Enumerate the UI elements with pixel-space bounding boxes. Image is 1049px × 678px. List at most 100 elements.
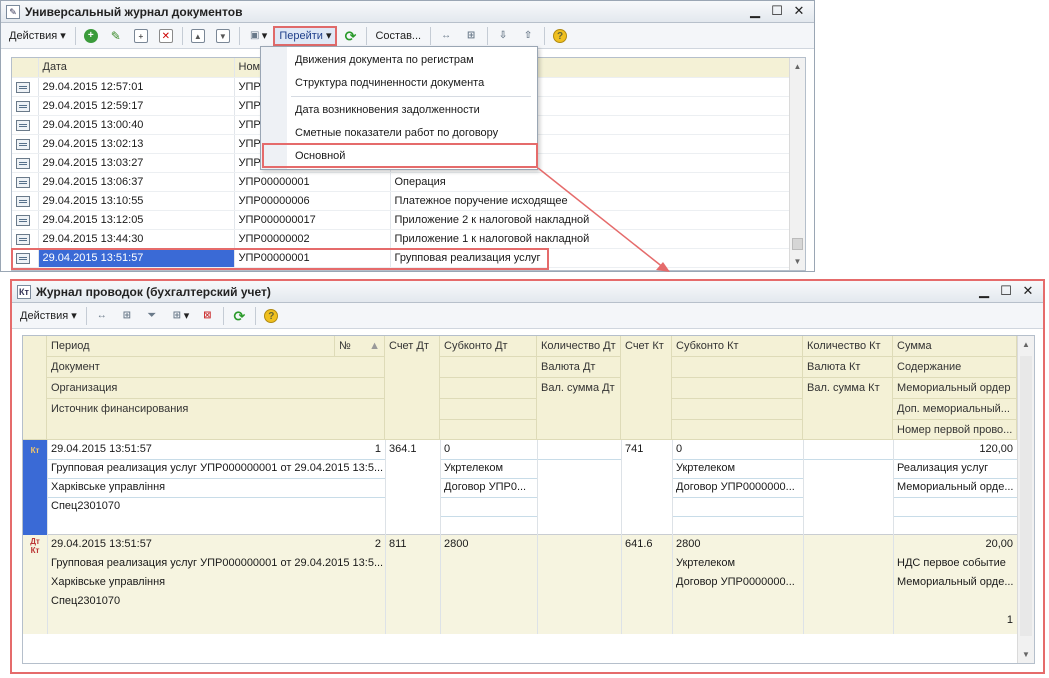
sort-icon: ▲ [369,340,380,352]
structure-button[interactable]: Состав... [370,26,426,46]
header-account-kt[interactable]: Счет Кт [621,336,672,440]
actions-menu-button[interactable]: Действия ▾ [4,26,71,46]
header-content[interactable]: Содержание [893,357,1017,378]
minimize-icon[interactable]: ▁ [744,3,766,20]
header-qty-dt[interactable]: Количество Дт [537,336,621,357]
edit-button[interactable]: ✎ [104,26,128,46]
header-organization[interactable]: Организация [47,378,385,399]
filter-settings-button[interactable]: ⊞ ▾ [165,306,195,326]
copy-button[interactable]: + [129,26,153,46]
menu-item-subordination[interactable]: Структура подчиненности документа [295,73,484,93]
unpost-doc-icon: ▼ [215,28,230,43]
filter-button[interactable]: ⊞ [115,306,139,326]
post-doc-icon: ▲ [190,28,205,43]
postings-journal-window: Кт Журнал проводок (бухгалтерский учет) … [10,279,1045,674]
refresh-button[interactable]: ⟳ [227,306,251,326]
document-row[interactable]: 29.04.2015 13:06:37 УПР00000001 Операция [12,172,790,192]
help-button[interactable]: ? [548,26,572,46]
postings-journal-titlebar[interactable]: Кт Журнал проводок (бухгалтерский учет) … [12,281,1043,303]
based-on-button[interactable]: ▣ ▾ [243,26,273,46]
scroll-thumb[interactable] [792,238,803,250]
header-first-event[interactable]: Номер первой прово... [893,420,1017,440]
delete-button[interactable]: ✕ [154,26,178,46]
scroll-up-icon[interactable]: ▲ [790,58,805,75]
entry2-content: НДС первое событие [897,557,1006,569]
posting-row-1[interactable]: Кт 29.04.2015 13:51:57 1 Групповая реали… [23,440,1017,535]
document-icon [16,176,30,188]
document-row[interactable]: 29.04.2015 13:44:30 УПР00000002 Приложение… [12,229,790,249]
import-button[interactable]: ⇩ [491,26,515,46]
actions-menu-button[interactable]: Действия ▾ [15,306,82,326]
actions-label: Действия [9,29,58,42]
debit-credit-row-icon: Дт Кт [30,537,40,555]
header-subconto-kt[interactable]: Субконто Кт [672,336,803,357]
funnel-icon: ⏷ [147,309,156,321]
close-icon[interactable]: ✕ [788,3,810,20]
entry2-organization: Харківське управління [51,576,166,588]
filter-icon: ⊞ [122,309,131,321]
document-icon [16,119,30,131]
minimize-icon[interactable]: ▁ [973,283,995,300]
entry1-period: 29.04.2015 13:51:57 [51,443,152,455]
help-button[interactable]: ? [259,306,283,326]
filter-icon: ⊞ [466,29,476,41]
unpost-button[interactable]: ▼ [211,26,235,46]
header-source[interactable]: Источник финансирования [47,399,385,440]
header-sum[interactable]: Сумма [893,336,1017,357]
filter-value-button[interactable]: ⏷ [140,306,164,326]
posting-row-2[interactable]: Дт Кт 29.04.2015 13:51:57 2 Групповая реа… [23,535,1017,634]
documents-scrollbar[interactable]: ▲ ▼ [789,58,805,270]
header-no-label: № [339,340,351,352]
scroll-down-icon[interactable]: ▼ [790,253,805,270]
scroll-down-icon[interactable]: ▼ [1018,646,1034,663]
export-button[interactable]: ⇧ [516,26,540,46]
header-period[interactable]: Период [47,336,335,357]
row-icon-cell [12,229,39,249]
document-icon [16,214,30,226]
menu-item-estimate-indicators[interactable]: Сметные показатели работ по договору [295,123,498,143]
menu-item-debt-date[interactable]: Дата возникновения задолженности [295,100,480,120]
scroll-up-icon[interactable]: ▲ [1018,336,1034,353]
close-icon[interactable]: ✕ [1017,283,1039,300]
header-cur-kt[interactable]: Валюта Кт [803,357,893,378]
header-no[interactable]: № ▲ [335,336,385,357]
maximize-icon[interactable]: ☐ [995,283,1017,300]
refresh-button[interactable]: ⟳ [338,26,362,46]
entry2-extra: 1 [1006,614,1013,626]
header-cur-sum-dt[interactable]: Вал. сумма Дт [537,378,621,440]
universal-journal-titlebar[interactable]: ✎ Универсальный журнал документов ▁ ☐ ✕ [1,1,814,23]
header-subconto-dt[interactable]: Субконто Дт [440,336,537,357]
header-cur-sum-kt[interactable]: Вал. сумма Кт [803,378,893,440]
row-icon-cell [12,96,39,116]
credit-row-icon: Кт [23,440,47,535]
document-row[interactable]: 29.04.2015 13:12:05 УПР000000017 Приложени… [12,210,790,230]
document-row[interactable]: 29.04.2015 13:51:57 УПР00000001 Групповая … [12,248,790,268]
row-icon-cell [12,115,39,135]
postings-scrollbar[interactable]: ▲ ▼ [1017,336,1034,663]
header-account-dt[interactable]: Счет Дт [385,336,440,440]
document-row[interactable]: 29.04.2015 13:10:55 УПР00000006 Платежное … [12,191,790,211]
header-memorial[interactable]: Мемориальный ордер [893,378,1017,399]
menu-item-register-movements[interactable]: Движения документа по регистрам [295,50,474,70]
scroll-track[interactable] [1020,356,1032,636]
clear-filter-button[interactable]: ⊠ [195,306,219,326]
interval-button[interactable]: ↔ [90,306,114,326]
post-button[interactable]: ▲ [186,26,210,46]
header-qty-kt[interactable]: Количество Кт [803,336,893,357]
goto-menu-button[interactable]: Перейти ▾ [273,25,338,46]
maximize-icon[interactable]: ☐ [766,3,788,20]
row-number: УПР000000017 [234,210,391,230]
add-button[interactable]: + [79,26,103,46]
document-icon [16,138,30,150]
header-document[interactable]: Документ [47,357,385,378]
row-date: 29.04.2015 12:59:17 [38,96,235,116]
header-add-memorial[interactable]: Доп. мемориальный... [893,399,1017,420]
interval-icon: ↔ [96,309,107,321]
document-icon [16,195,30,207]
interval-button[interactable]: ↔ [434,26,458,46]
filter-button[interactable]: ⊞ [459,26,483,46]
menu-item-main[interactable]: Основной [295,146,345,166]
header-cur-dt[interactable]: Валюта Дт [537,357,621,378]
header-date[interactable]: Дата [38,58,235,78]
row-icon-cell [12,134,39,154]
